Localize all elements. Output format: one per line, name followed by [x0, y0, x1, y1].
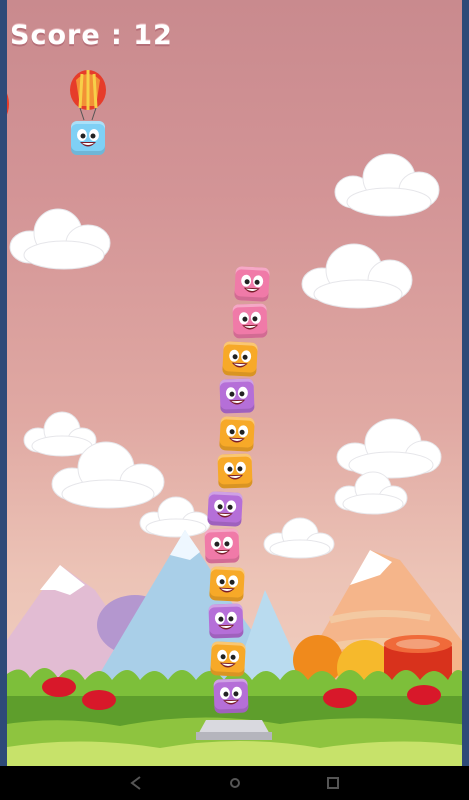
- game-stage[interactable]: Score : 12: [0, 0, 469, 766]
- tower-block: [232, 303, 268, 339]
- back-icon[interactable]: [126, 774, 146, 792]
- tower-block: [222, 341, 258, 377]
- tower-block: [217, 453, 253, 489]
- hanging-block[interactable]: [71, 121, 105, 155]
- tower-block: [210, 641, 246, 677]
- tower-block: [207, 491, 243, 527]
- tower-block: [208, 603, 244, 639]
- tower-block: [219, 416, 255, 452]
- balloon-icon: [70, 70, 106, 121]
- right-frame: [462, 0, 469, 766]
- score-label: Score : 12: [10, 20, 173, 51]
- tower-block: [219, 378, 255, 414]
- tower-block: [213, 678, 249, 714]
- cloud: [334, 471, 408, 515]
- tower-block: [204, 528, 240, 564]
- tower-block: [234, 266, 270, 302]
- home-icon[interactable]: [225, 774, 245, 792]
- left-frame: [0, 0, 7, 766]
- tower-block: [209, 566, 245, 602]
- cloud: [334, 153, 440, 217]
- cloud: [9, 208, 111, 270]
- android-navbar: [0, 766, 469, 800]
- cloud: [301, 243, 413, 309]
- recent-apps-icon[interactable]: [323, 774, 343, 792]
